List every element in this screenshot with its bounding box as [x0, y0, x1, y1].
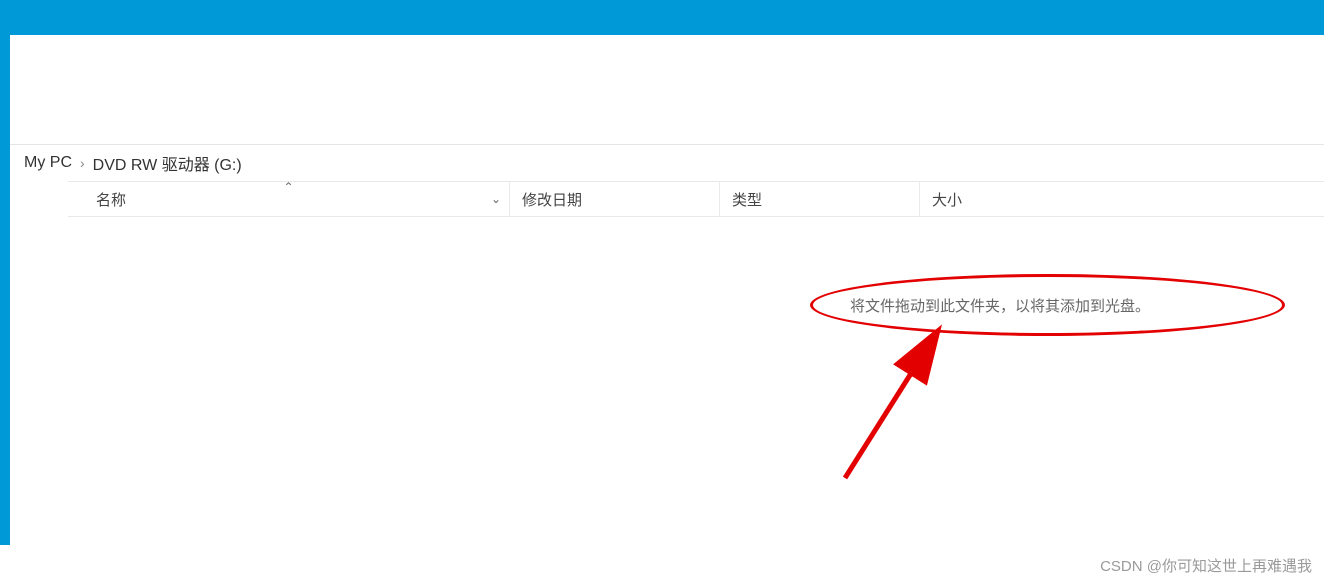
ribbon-area: [10, 35, 1324, 145]
column-name-label: 名称: [96, 189, 126, 210]
annotation-arrow-icon: [830, 323, 970, 483]
breadcrumb[interactable]: My PC › DVD RW 驱动器 (G:): [10, 145, 1324, 181]
chevron-down-icon[interactable]: ⌄: [491, 192, 501, 206]
chevron-right-icon: ›: [80, 155, 85, 171]
column-type[interactable]: 类型: [720, 182, 920, 216]
explorer-window: My PC › DVD RW 驱动器 (G:) ⌃ 名称 ⌄ 修改日期 类型 大…: [0, 0, 1324, 545]
column-date-label: 修改日期: [522, 189, 582, 210]
column-date[interactable]: 修改日期: [510, 182, 720, 216]
column-size[interactable]: 大小: [920, 182, 1060, 216]
column-size-label: 大小: [932, 189, 962, 210]
columns-header: ⌃ 名称 ⌄ 修改日期 类型 大小: [68, 181, 1324, 217]
sort-ascending-icon: ⌃: [283, 180, 293, 194]
breadcrumb-root[interactable]: My PC: [24, 154, 72, 172]
column-name[interactable]: ⌃ 名称 ⌄: [68, 182, 510, 216]
file-list-area[interactable]: 将文件拖动到此文件夹，以将其添加到光盘。: [10, 217, 1324, 581]
empty-drive-hint: 将文件拖动到此文件夹，以将其添加到光盘。: [850, 295, 1150, 316]
column-type-label: 类型: [732, 189, 762, 210]
breadcrumb-current[interactable]: DVD RW 驱动器 (G:): [93, 151, 242, 175]
watermark: CSDN @你可知这世上再难遇我: [1100, 555, 1312, 576]
